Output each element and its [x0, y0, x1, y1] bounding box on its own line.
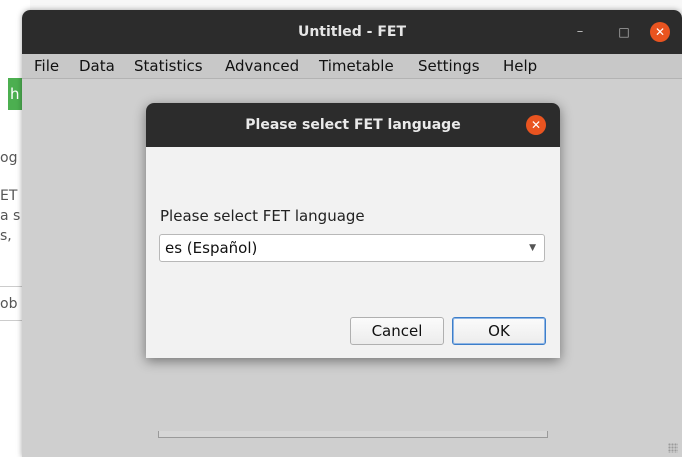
menubar: File Data Statistics Advanced Timetable … — [22, 54, 682, 79]
menu-statistics[interactable]: Statistics — [134, 54, 203, 78]
menu-timetable[interactable]: Timetable — [319, 54, 394, 78]
maximize-icon[interactable]: □ — [614, 22, 634, 42]
menu-data[interactable]: Data — [79, 54, 115, 78]
background-text: s, — [0, 228, 12, 244]
chevron-down-icon: ▼ — [529, 243, 536, 253]
background-text: a s — [0, 208, 21, 224]
menu-help[interactable]: Help — [503, 54, 537, 78]
close-icon[interactable]: ✕ — [650, 22, 670, 42]
background-divider — [0, 320, 24, 321]
minimize-icon[interactable]: – — [570, 22, 590, 42]
cancel-button[interactable]: Cancel — [350, 317, 444, 345]
menu-file[interactable]: File — [34, 54, 59, 78]
ok-button[interactable]: OK — [452, 317, 546, 345]
background-text: ET — [0, 188, 18, 204]
background-field — [158, 431, 548, 438]
language-select-value: es (Español) — [165, 239, 258, 257]
dialog-titlebar[interactable]: Please select FET language — [146, 103, 560, 147]
language-label: Please select FET language — [160, 207, 365, 225]
language-select[interactable]: es (Español) ▼ — [159, 234, 545, 262]
resize-grip-icon[interactable] — [668, 443, 678, 453]
dialog-close-icon[interactable]: ✕ — [526, 115, 546, 135]
background-text: og — [0, 150, 18, 166]
desktop: h og ET a s s, ob Untitled - FET – □ ✕ F… — [0, 0, 682, 457]
background-text: ob — [0, 296, 18, 312]
background-divider — [0, 286, 24, 287]
language-dialog: Please select FET language ✕ Please sele… — [146, 103, 560, 358]
menu-advanced[interactable]: Advanced — [225, 54, 299, 78]
main-titlebar[interactable]: Untitled - FET – □ ✕ — [22, 10, 682, 54]
menu-settings[interactable]: Settings — [418, 54, 480, 78]
